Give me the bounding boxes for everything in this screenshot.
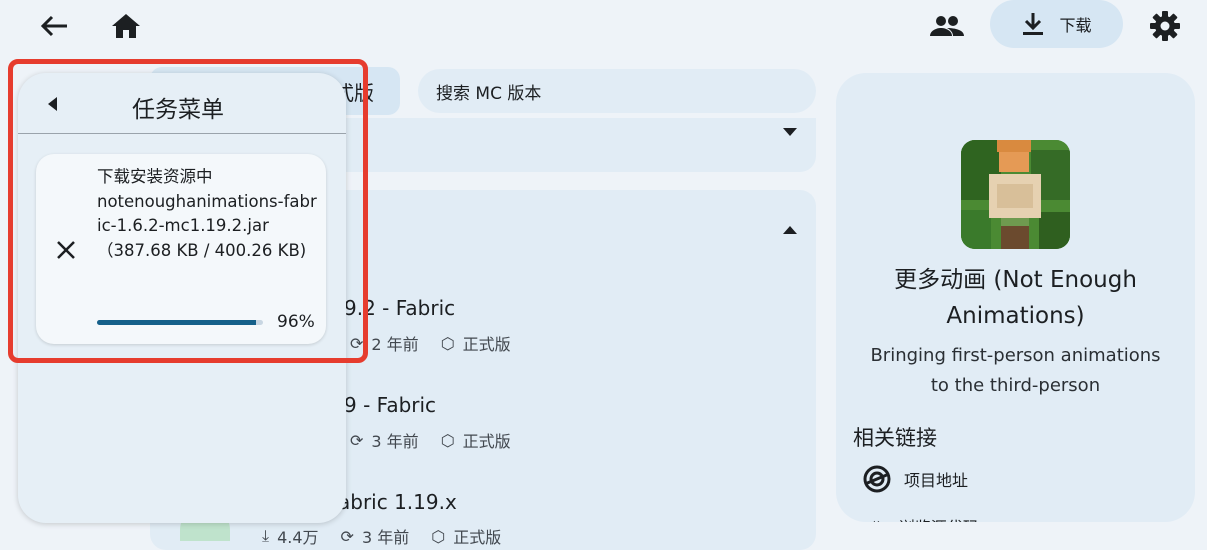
mod-description: Bringing first-person animations to the … [870,345,1161,396]
back-button[interactable] [36,8,72,44]
mod-image [961,140,1070,249]
download-icon [1023,13,1044,35]
highlight-box [8,59,368,363]
people-icon [930,16,964,36]
update-icon: ⟳ [340,526,354,546]
mod-name: 更多动画 (Not Enough Animations) [894,267,1137,329]
accounts-button[interactable] [929,8,965,44]
arrow-left-icon [40,15,67,37]
home-icon [112,14,140,38]
gear-icon [1150,11,1180,41]
code-icon: ‹› [870,514,883,522]
package-icon: ⬡ [431,526,446,546]
package-icon: ⬡ [440,430,455,450]
download-count-icon: ⤓ [262,526,270,545]
download-button[interactable]: 下载 [990,0,1123,48]
version-meta: ⟳ 3 年前 ⬡ 正式版 [350,430,511,452]
chevron-up-icon[interactable] [783,226,797,234]
version-meta: ⟳ 2 年前 ⬡ 正式版 [350,333,511,355]
link-project[interactable]: 项目地址 [862,464,968,494]
download-label: 下载 [1059,16,1092,35]
version-title: 9 - Fabric [344,393,437,417]
version-meta: ⤓ 4.4万 ⟳ 3 年前 ⬡ 正式版 [262,526,502,547]
link-source[interactable]: ‹›浏览源代码 [870,514,1070,522]
links-heading: 相关链接 [853,426,937,450]
version-title: abric 1.19.x [338,490,457,514]
home-button[interactable] [108,8,144,44]
chevron-down-icon[interactable] [783,128,797,136]
update-icon: ⟳ [350,430,364,450]
search-input[interactable]: 搜索 MC 版本 [418,69,816,113]
settings-button[interactable] [1147,8,1183,44]
package-icon: ⬡ [440,333,455,353]
modrinth-icon [863,465,891,493]
